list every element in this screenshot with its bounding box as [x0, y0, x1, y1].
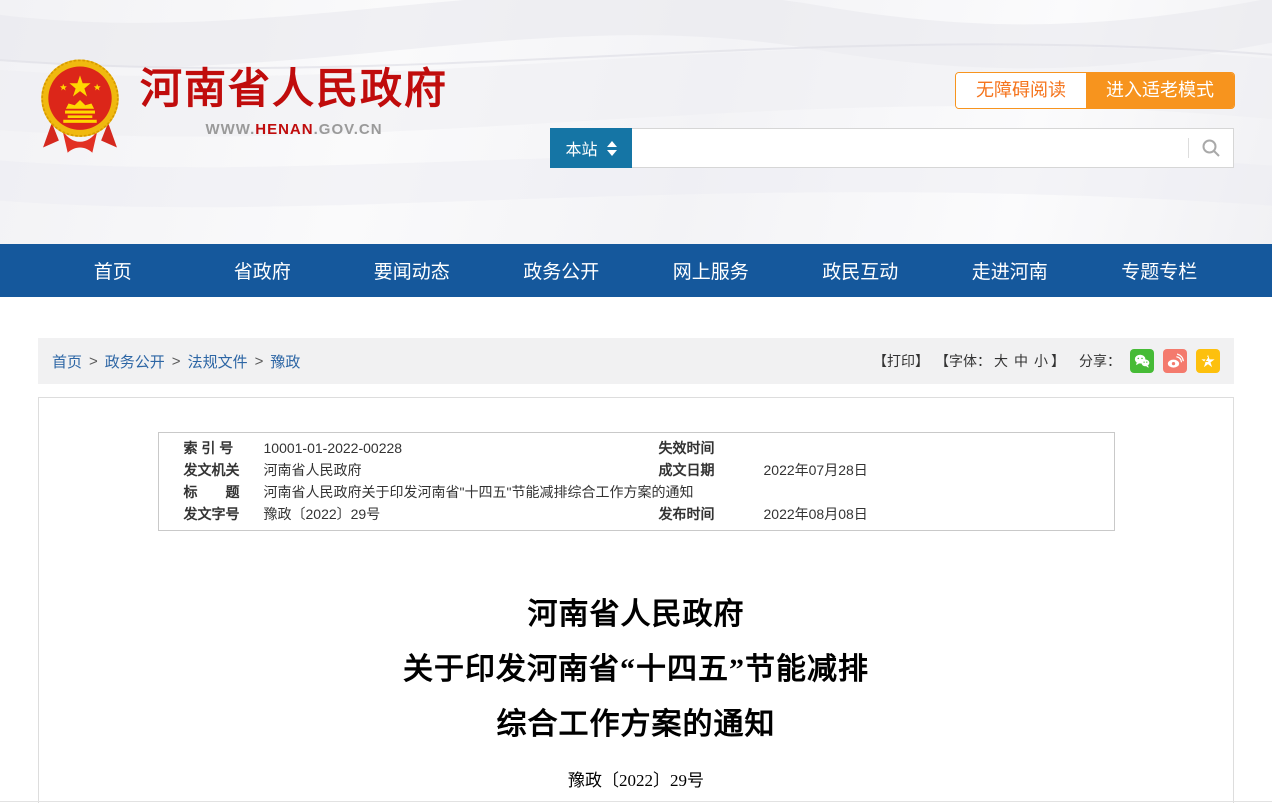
site-url-suffix: .GOV.CN — [314, 121, 383, 138]
document-title-line: 河南省人民政府 — [39, 587, 1233, 642]
breadcrumb-separator: > — [172, 353, 181, 370]
accessibility-reading-button[interactable]: 无障碍阅读 — [956, 73, 1086, 108]
document-title-line: 综合工作方案的通知 — [39, 697, 1233, 752]
breadcrumb-bar: 首页 > 政务公开 > 法规文件 > 豫政 【打印】 【字体： 大 中 小 】 … — [38, 338, 1234, 384]
page-tools: 【打印】 【字体： 大 中 小 】 分享： — [873, 349, 1220, 373]
mode-buttons: 无障碍阅读 进入适老模式 — [955, 72, 1235, 109]
font-size-medium-button[interactable]: 中 — [1014, 351, 1028, 371]
nav-item-special-topics[interactable]: 专题专栏 — [1085, 244, 1235, 297]
meta-label-issuing-agency: 发文机关 — [184, 459, 240, 481]
nav-item-interaction[interactable]: 政民互动 — [786, 244, 936, 297]
weibo-share-icon[interactable] — [1163, 349, 1187, 373]
document-content-panel: 索 引 号 10001-01-2022-00228 失效时间 发文机关 河南省人… — [38, 397, 1234, 803]
meta-row: 发文字号 豫政〔2022〕29号 发布时间 2022年08月08日 — [159, 503, 1114, 525]
meta-label-publish-time: 发布时间 — [659, 503, 715, 525]
nav-item-home[interactable]: 首页 — [38, 244, 188, 297]
site-url-prefix: WWW. — [205, 121, 255, 138]
document-title-line: 关于印发河南省“十四五”节能减排 — [39, 642, 1233, 697]
meta-value-publish-time: 2022年08月08日 — [764, 503, 868, 525]
font-size-label-end: 】 — [1051, 351, 1065, 371]
breadcrumb: 首页 > 政务公开 > 法规文件 > 豫政 — [52, 351, 300, 372]
meta-label-doc-number: 发文字号 — [184, 503, 240, 525]
meta-row: 发文机关 河南省人民政府 成文日期 2022年07月28日 — [159, 459, 1114, 481]
font-size-large-button[interactable]: 大 — [994, 351, 1008, 371]
meta-value-issuing-agency: 河南省人民政府 — [264, 459, 362, 481]
nav-item-online-services[interactable]: 网上服务 — [636, 244, 786, 297]
search-input[interactable] — [632, 129, 1188, 167]
search-scope-label: 本站 — [565, 136, 597, 160]
site-header: 河南省人民政府 WWW.HENAN.GOV.CN 无障碍阅读 进入适老模式 本站 — [0, 0, 1272, 244]
meta-label-written-date: 成文日期 — [659, 459, 715, 481]
star-z-glyph: z — [1204, 355, 1209, 364]
meta-label-expiry-time: 失效时间 — [659, 437, 715, 459]
nav-item-news[interactable]: 要闻动态 — [337, 244, 487, 297]
meta-label-title: 标 题 — [184, 481, 240, 503]
breadcrumb-regulations[interactable]: 法规文件 — [188, 351, 248, 372]
elder-mode-button[interactable]: 进入适老模式 — [1086, 73, 1234, 108]
share-label: 分享： — [1079, 351, 1121, 371]
nav-item-about-henan[interactable]: 走进河南 — [935, 244, 1085, 297]
national-emblem-logo — [36, 54, 124, 160]
sort-arrows-icon — [607, 141, 617, 156]
meta-row: 标 题 河南省人民政府关于印发河南省"十四五"节能减排综合工作方案的通知 — [159, 481, 1114, 503]
meta-row: 索 引 号 10001-01-2022-00228 失效时间 — [159, 437, 1114, 459]
font-size-label: 【字体： — [935, 351, 991, 371]
meta-value-written-date: 2022年07月28日 — [764, 459, 868, 481]
breadcrumb-yuzheng[interactable]: 豫政 — [270, 351, 300, 372]
breadcrumb-home[interactable]: 首页 — [52, 351, 82, 372]
site-url: WWW.HENAN.GOV.CN — [140, 121, 448, 138]
document-number: 豫政〔2022〕29号 — [39, 766, 1233, 791]
breadcrumb-separator: > — [255, 353, 264, 370]
breadcrumb-separator: > — [89, 353, 98, 370]
search-scope-dropdown[interactable]: 本站 — [550, 128, 632, 168]
search-bar: 本站 — [550, 128, 1234, 168]
meta-value-doc-number: 豫政〔2022〕29号 — [264, 503, 381, 525]
meta-value-index-number: 10001-01-2022-00228 — [264, 437, 403, 459]
search-button[interactable] — [1189, 129, 1233, 167]
site-title: 河南省人民政府 — [140, 68, 448, 110]
font-size-small-button[interactable]: 小 — [1034, 351, 1048, 371]
breadcrumb-gov-affairs[interactable]: 政务公开 — [105, 351, 165, 372]
search-icon — [1200, 137, 1222, 159]
site-brand[interactable]: 河南省人民政府 WWW.HENAN.GOV.CN — [36, 54, 448, 160]
meta-label-index-number: 索 引 号 — [184, 437, 234, 459]
document-title: 河南省人民政府 关于印发河南省“十四五”节能减排 综合工作方案的通知 — [39, 587, 1233, 752]
meta-value-title: 河南省人民政府关于印发河南省"十四五"节能减排综合工作方案的通知 — [264, 481, 694, 503]
qzone-star-share-icon[interactable]: ★ z — [1196, 349, 1220, 373]
print-button[interactable]: 【打印】 — [873, 351, 929, 371]
nav-item-provincial-gov[interactable]: 省政府 — [188, 244, 338, 297]
document-meta-table: 索 引 号 10001-01-2022-00228 失效时间 发文机关 河南省人… — [158, 432, 1115, 531]
wechat-share-icon[interactable] — [1130, 349, 1154, 373]
bottom-divider — [0, 801, 1272, 802]
main-nav: 首页 省政府 要闻动态 政务公开 网上服务 政民互动 走进河南 专题专栏 — [0, 244, 1272, 297]
site-url-brand: HENAN — [255, 121, 313, 138]
nav-item-gov-affairs[interactable]: 政务公开 — [487, 244, 637, 297]
